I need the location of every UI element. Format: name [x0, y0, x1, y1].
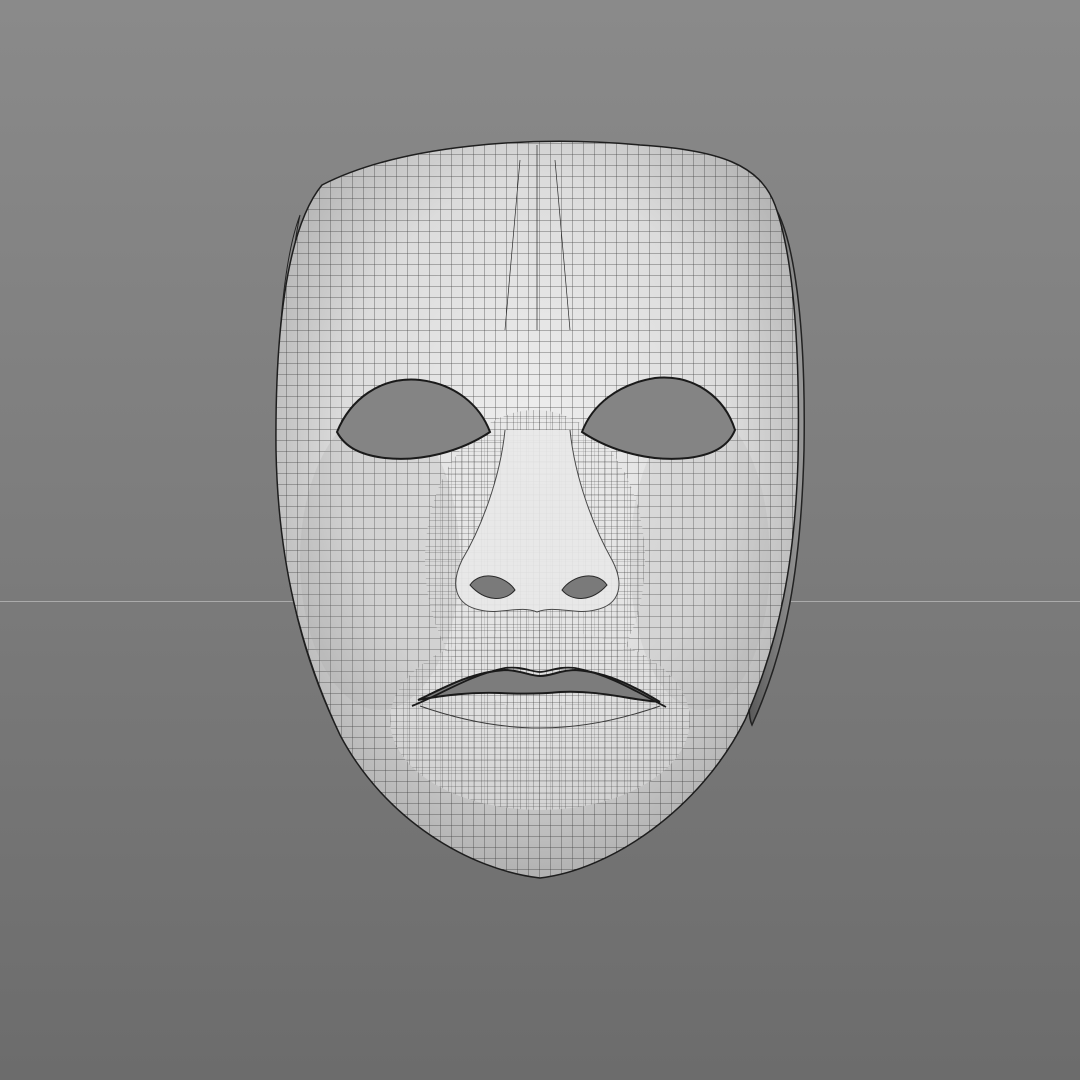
3d-viewport[interactable] — [0, 0, 1080, 1080]
mask-model[interactable] — [0, 0, 1080, 1080]
